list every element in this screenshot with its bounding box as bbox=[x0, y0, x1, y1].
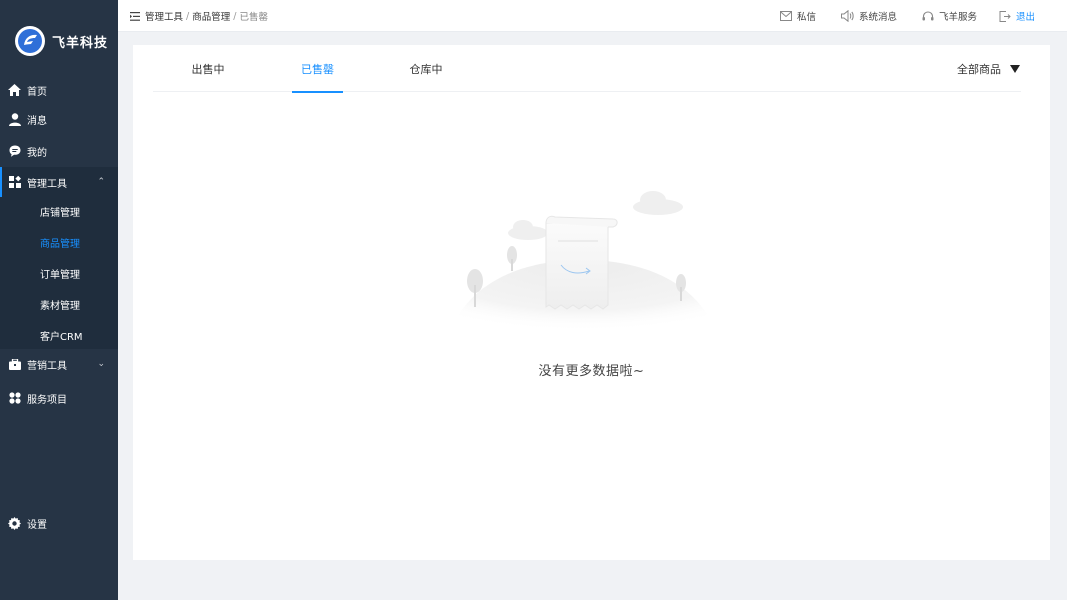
system-messages-button[interactable]: 系统消息 bbox=[841, 0, 897, 32]
home-icon bbox=[8, 84, 21, 97]
top-header: 管理工具 / 商品管理 / 已售罄 私信 系统消息 飞羊服务 退出 bbox=[118, 0, 1067, 32]
tab-on-sale[interactable]: 出售中 bbox=[181, 45, 235, 92]
brand-logo[interactable]: 飞羊科技 bbox=[15, 26, 108, 56]
sidebar-item-management[interactable]: 管理工具 ⌃ bbox=[0, 167, 118, 197]
sidebar: 飞羊科技 首页 消息 我的 管理工具 ⌃ 店铺管理 商品管理 订单管理 素材管理… bbox=[0, 0, 118, 600]
feiyang-service-button[interactable]: 飞羊服务 bbox=[922, 0, 977, 32]
sidebar-item-label: 我的 bbox=[27, 147, 47, 159]
gear-icon bbox=[8, 516, 21, 530]
caret-down-icon bbox=[1010, 64, 1020, 73]
sidebar-item-label: 消息 bbox=[27, 115, 47, 127]
user-icon bbox=[8, 112, 21, 126]
breadcrumb-item[interactable]: 管理工具 bbox=[145, 9, 183, 23]
breadcrumb-item[interactable]: 商品管理 bbox=[192, 9, 230, 23]
breadcrumb: 管理工具 / 商品管理 / 已售罄 bbox=[130, 0, 268, 32]
menu-toggle-icon[interactable] bbox=[130, 11, 140, 21]
submenu-item-crm[interactable]: 客户CRM bbox=[0, 321, 118, 349]
submenu-item-assets[interactable]: 素材管理 bbox=[0, 290, 118, 318]
apps-icon bbox=[8, 176, 21, 189]
submenu-item-orders[interactable]: 订单管理 bbox=[0, 259, 118, 287]
mail-icon bbox=[780, 11, 792, 21]
sidebar-item-mine[interactable]: 我的 bbox=[0, 136, 118, 166]
sidebar-item-label: 管理工具 bbox=[27, 178, 67, 190]
breadcrumb-current: 已售罄 bbox=[239, 12, 268, 23]
sidebar-item-label: 设置 bbox=[27, 519, 47, 531]
tab-sold-out[interactable]: 已售罄 bbox=[292, 45, 343, 93]
sidebar-item-label: 首页 bbox=[27, 86, 47, 98]
sidebar-item-services[interactable]: 服务项目 bbox=[0, 383, 118, 413]
tab-in-warehouse[interactable]: 仓库中 bbox=[399, 45, 453, 92]
sidebar-item-marketing[interactable]: 营销工具 ⌄ bbox=[0, 349, 118, 379]
submenu-item-products[interactable]: 商品管理 bbox=[0, 228, 118, 256]
sidebar-item-label: 营销工具 bbox=[27, 360, 67, 372]
speaker-icon bbox=[841, 10, 854, 22]
submenu-item-store[interactable]: 店铺管理 bbox=[0, 197, 118, 225]
product-status-tabs: 出售中 已售罄 仓库中 bbox=[153, 45, 1021, 93]
chat-bubble-icon bbox=[8, 145, 21, 158]
private-message-button[interactable]: 私信 bbox=[780, 0, 816, 32]
submenu-management: 店铺管理 商品管理 订单管理 素材管理 客户CRM bbox=[0, 197, 118, 349]
sidebar-item-home[interactable]: 首页 bbox=[0, 75, 118, 105]
sidebar-item-settings[interactable]: 设置 bbox=[0, 508, 118, 538]
content-panel: 出售中 已售罄 仓库中 全部商品 没有更多数据啦~ bbox=[133, 45, 1050, 560]
sidebar-item-messages[interactable]: 消息 bbox=[0, 104, 118, 134]
product-filter-dropdown[interactable]: 全部商品 bbox=[957, 45, 1020, 92]
logout-icon bbox=[999, 10, 1011, 22]
logout-button[interactable]: 退出 bbox=[999, 0, 1035, 32]
chevron-down-icon: ⌄ bbox=[97, 359, 105, 369]
sidebar-item-label: 服务项目 bbox=[27, 394, 67, 406]
empty-state-illustration bbox=[443, 185, 723, 353]
product-filter-value: 全部商品 bbox=[957, 62, 1001, 76]
logo-icon bbox=[15, 26, 45, 56]
brand-name: 飞羊科技 bbox=[52, 35, 109, 51]
empty-state-message: 没有更多数据啦~ bbox=[538, 364, 645, 379]
headset-icon bbox=[922, 10, 934, 22]
chevron-up-icon: ⌃ bbox=[97, 177, 105, 187]
briefcase-icon bbox=[8, 358, 21, 371]
grid-icon bbox=[8, 392, 21, 405]
